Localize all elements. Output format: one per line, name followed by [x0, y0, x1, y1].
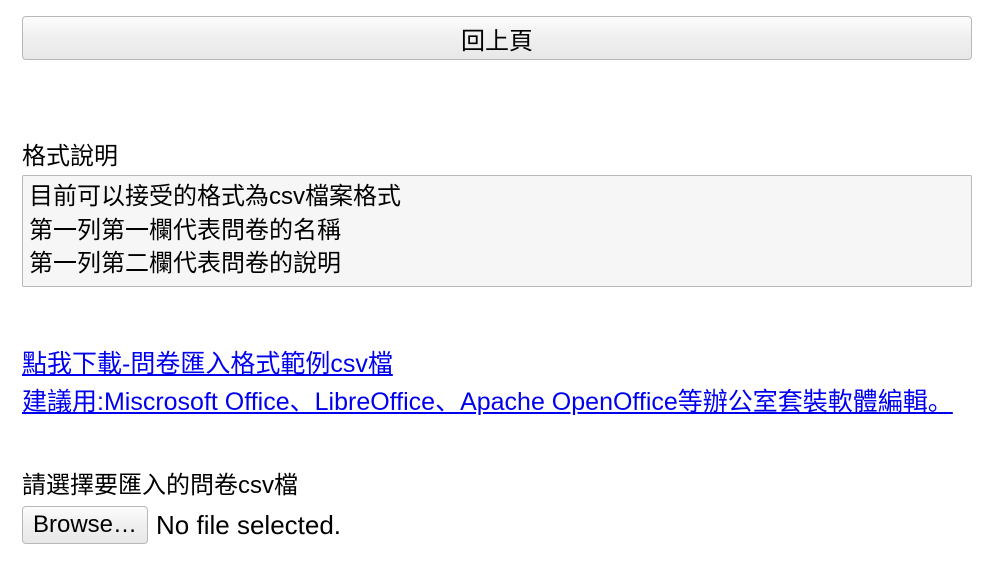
software-recommendation-link[interactable]: 建議用:Miscrosoft Office、LibreOffice、Apache… [22, 388, 953, 416]
links-section: 點我下載-問卷匯入格式範例csv檔 建議用:Miscrosoft Office、… [22, 346, 972, 421]
browse-button[interactable]: Browse… [22, 506, 148, 544]
file-input-row: Browse… No file selected. [22, 506, 972, 544]
format-description-textarea[interactable] [22, 175, 972, 287]
download-example-link[interactable]: 點我下載-問卷匯入格式範例csv檔 [22, 350, 393, 378]
format-description-label: 格式說明 [22, 136, 972, 171]
file-status-text: No file selected. [156, 510, 341, 541]
upload-label: 請選擇要匯入的問卷csv檔 [22, 465, 972, 500]
back-button[interactable]: 回上頁 [22, 16, 972, 60]
